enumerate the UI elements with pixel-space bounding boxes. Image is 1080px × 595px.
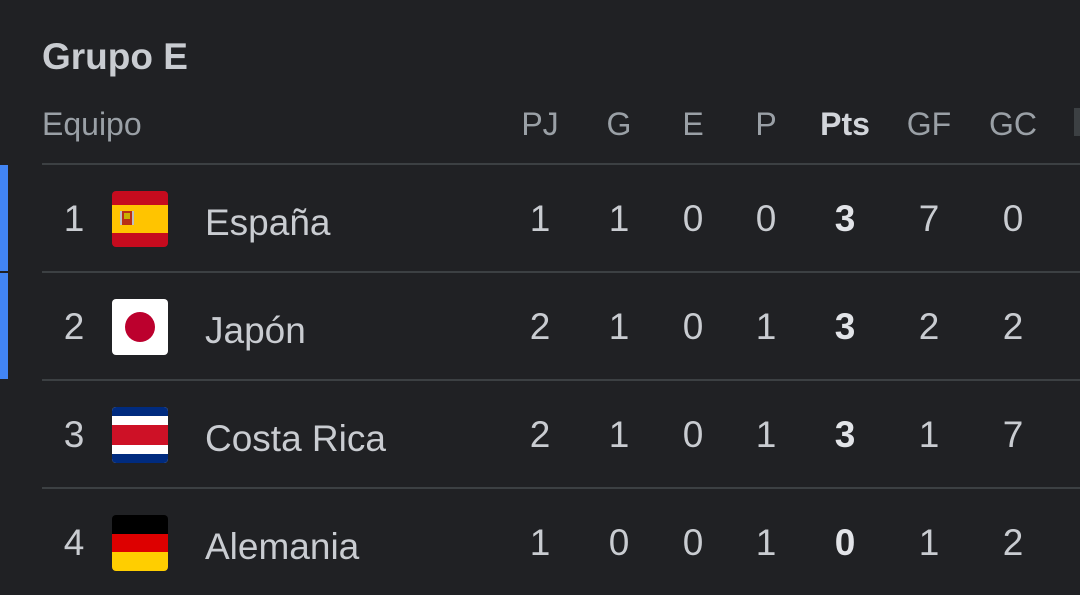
column-header-team: Equipo [42, 106, 142, 142]
cell-pj: 2 [529, 306, 551, 347]
cell-gc: 0 [1002, 198, 1024, 239]
cell-gf: 7 [918, 198, 940, 239]
cell-pj: 1 [529, 198, 551, 239]
cell-pj: 2 [529, 414, 551, 455]
cell-pts: 3 [834, 198, 856, 239]
table-row[interactable]: 4 Alemania 1 0 0 1 0 1 2 [0, 489, 1080, 595]
position: 2 [63, 306, 85, 347]
table-header: Equipo PJ G E P Pts GF GC [0, 100, 1080, 150]
cell-e: 0 [682, 414, 704, 455]
position: 4 [63, 522, 85, 563]
team-name: Alemania [205, 526, 360, 567]
table-row[interactable]: 2 Japón 2 1 0 1 3 2 2 [0, 273, 1080, 379]
column-header-pj: PJ [521, 106, 559, 142]
cell-p: 1 [755, 522, 777, 563]
column-header-e: E [682, 106, 704, 142]
cell-g: 1 [608, 414, 630, 455]
cell-gf: 2 [918, 306, 940, 347]
cell-gf: 1 [918, 414, 940, 455]
column-header-p: P [755, 106, 777, 142]
position: 3 [63, 414, 85, 455]
cell-g: 0 [608, 522, 630, 563]
team-name: Costa Rica [205, 418, 386, 459]
cell-gc: 7 [1002, 414, 1024, 455]
cell-p: 1 [755, 414, 777, 455]
team-name: España [205, 202, 331, 243]
cell-gc: 2 [1002, 306, 1024, 347]
column-header-gc: GC [989, 106, 1037, 142]
position: 1 [63, 198, 85, 239]
group-title: Grupo E [42, 36, 188, 77]
qualification-indicator [0, 165, 8, 271]
cell-gf: 1 [918, 522, 940, 563]
cell-e: 0 [682, 306, 704, 347]
column-header-g: G [606, 106, 632, 142]
table-row[interactable]: 3 Costa Rica 2 1 0 1 3 1 7 [0, 381, 1080, 487]
column-header-gf: GF [906, 106, 952, 142]
cell-e: 0 [682, 198, 704, 239]
cell-g: 1 [608, 198, 630, 239]
table-row[interactable]: 1 España 1 1 0 0 3 7 0 [0, 165, 1080, 271]
germany-flag-icon [112, 515, 168, 571]
cell-pts: 0 [834, 522, 856, 563]
cell-g: 1 [608, 306, 630, 347]
spain-flag-icon [112, 191, 168, 247]
cell-p: 1 [755, 306, 777, 347]
cell-p: 0 [755, 198, 777, 239]
cell-gc: 2 [1002, 522, 1024, 563]
costa-rica-flag-icon [112, 407, 168, 463]
team-name: Japón [205, 310, 306, 351]
column-header-pts: Pts [820, 106, 870, 142]
cell-pts: 3 [834, 414, 856, 455]
cell-e: 0 [682, 522, 704, 563]
qualification-indicator [0, 273, 8, 379]
japan-flag-icon [112, 299, 168, 355]
cell-pj: 1 [529, 522, 551, 563]
scroll-edge-indicator [1074, 108, 1080, 136]
cell-pts: 3 [834, 306, 856, 347]
